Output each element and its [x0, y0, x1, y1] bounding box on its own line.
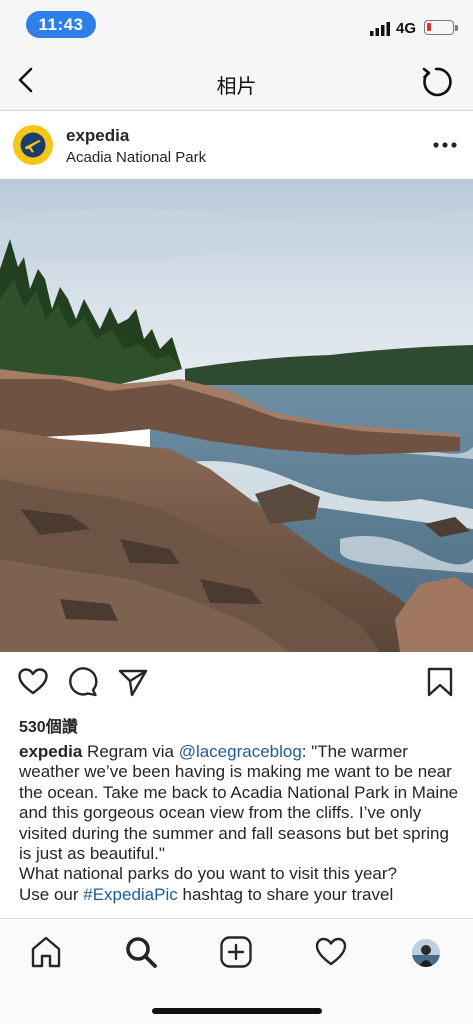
post-caption: expedia Regram via @lacegraceblog: "The … — [19, 742, 459, 916]
battery-icon — [424, 20, 454, 35]
caption-username[interactable]: expedia — [19, 742, 82, 761]
caption-text: Regram via — [82, 742, 179, 761]
post-actions — [0, 652, 473, 710]
status-time: 11:43 — [26, 11, 96, 38]
battery-tip — [455, 25, 458, 31]
bookmark-icon[interactable] — [424, 666, 456, 698]
send-icon[interactable] — [117, 666, 149, 698]
comment-icon[interactable] — [67, 666, 99, 698]
refresh-icon[interactable] — [418, 64, 454, 100]
like-count[interactable]: 530個讚 — [19, 713, 78, 737]
caption-mention-link[interactable]: @lacegraceblog — [179, 742, 302, 761]
home-icon[interactable] — [29, 935, 63, 969]
heart-icon[interactable] — [17, 666, 49, 698]
status-bar: 11:43 4G — [0, 0, 473, 48]
more-horizontal-icon[interactable] — [432, 140, 458, 150]
profile-picture — [412, 939, 440, 967]
post-location[interactable]: Acadia National Park — [66, 149, 206, 166]
add-post-icon[interactable] — [219, 935, 253, 969]
coastline-photo — [0, 179, 473, 652]
cellular-signal-icon — [370, 22, 390, 36]
caption-question: What national parks do you want to visit… — [19, 864, 397, 884]
profile-avatar[interactable] — [412, 939, 440, 967]
expedia-logo-icon — [20, 132, 46, 158]
page-title: 相片 — [216, 76, 257, 98]
avatar[interactable] — [13, 125, 53, 165]
activity-heart-icon[interactable] — [314, 935, 348, 969]
post-photo[interactable] — [0, 179, 473, 652]
caption-text: Use our — [19, 884, 84, 904]
home-indicator — [152, 1008, 322, 1014]
caption-text: hashtag to share your travel — [177, 884, 394, 904]
search-icon[interactable] — [124, 935, 158, 969]
caption-hashtag-link[interactable]: #ExpediaPic — [83, 885, 178, 904]
post-header: expedia Acadia National Park — [0, 112, 473, 179]
nav-bar: 相片 — [0, 48, 473, 111]
network-type: 4G — [396, 20, 417, 37]
post-username[interactable]: expedia — [66, 126, 129, 146]
